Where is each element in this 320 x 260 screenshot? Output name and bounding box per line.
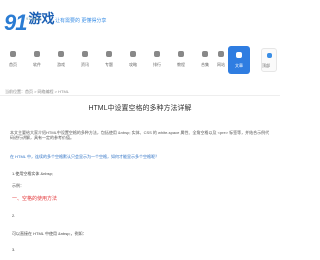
article-step: 3. (12, 247, 16, 252)
article-paragraph: 在 HTML 中，连续的多个空格默认只会显示为一个空格，如何才能显示多个空格呢？ (10, 154, 159, 159)
article-example-label: 示例： (12, 183, 24, 188)
main-nav: 首页 软件 游戏 资讯 专题 攻略 排行 教程 合集 网站 文章 (0, 45, 280, 75)
home-icon (10, 51, 16, 57)
rank-icon (154, 51, 160, 57)
nav-item-home[interactable]: 首页 (2, 45, 24, 75)
news-icon (82, 51, 88, 57)
nav-label: 首页 (9, 62, 17, 67)
arrow-up-icon (266, 53, 272, 58)
article-step-description: 可以直接在 HTML 中使用 &nbsp;，例如： (12, 231, 87, 236)
scroll-top-label: 顶部 (262, 63, 270, 68)
nav-label: 专题 (105, 62, 113, 67)
tutorial-icon (178, 51, 184, 57)
nav-item-games[interactable]: 游戏 (50, 45, 72, 75)
nav-item-topics[interactable]: 专题 (98, 45, 120, 75)
nav-label: 文章 (235, 63, 243, 68)
guide-icon (130, 51, 136, 57)
article-section-heading: 一、空格的使用方法 (12, 196, 58, 202)
nav-label: 攻略 (129, 62, 137, 67)
page: 91 游戏 91.game 让有需要的 更懂得分享 首页 软件 游戏 资讯 专题 (0, 0, 280, 260)
nav-label: 软件 (33, 62, 41, 67)
nav-item-articles[interactable]: 文章 (228, 46, 250, 74)
divider (0, 95, 280, 96)
article-icon (236, 52, 242, 58)
collection-icon (202, 51, 208, 57)
nav-label: 资讯 (81, 62, 89, 67)
apps-icon (34, 51, 40, 57)
gamepad-icon (58, 51, 64, 57)
nav-item-news[interactable]: 资讯 (74, 45, 96, 75)
site-header: 91 游戏 91.game 让有需要的 更懂得分享 (0, 0, 280, 42)
article-intro: 本文主要给大家介绍HTML中设置空格的多种方法，包括使用 &nbsp; 实体、C… (10, 130, 270, 140)
nav-item-rank[interactable]: 排行 (146, 45, 168, 75)
nav-item-tutorials[interactable]: 教程 (170, 45, 192, 75)
article-title: HTML中设置空格的多种方法详解 (88, 105, 192, 112)
nav-item-guides[interactable]: 攻略 (122, 45, 144, 75)
site-slogan: 让有需要的 更懂得分享 (55, 18, 107, 24)
logo-number: 91 (4, 10, 28, 35)
nav-label: 教程 (177, 62, 185, 67)
nav-label: 游戏 (57, 62, 65, 67)
topic-icon (106, 51, 112, 57)
article-step: 1.使用空格实体 &nbsp; (12, 171, 53, 176)
nav-label: 排行 (153, 62, 161, 67)
logo-subtitle: 91.game (26, 16, 42, 21)
nav-item-apps[interactable]: 软件 (26, 45, 48, 75)
web-icon (218, 51, 224, 57)
scroll-top-button[interactable]: 顶部 (261, 48, 277, 72)
article-step: 2. (12, 213, 16, 218)
